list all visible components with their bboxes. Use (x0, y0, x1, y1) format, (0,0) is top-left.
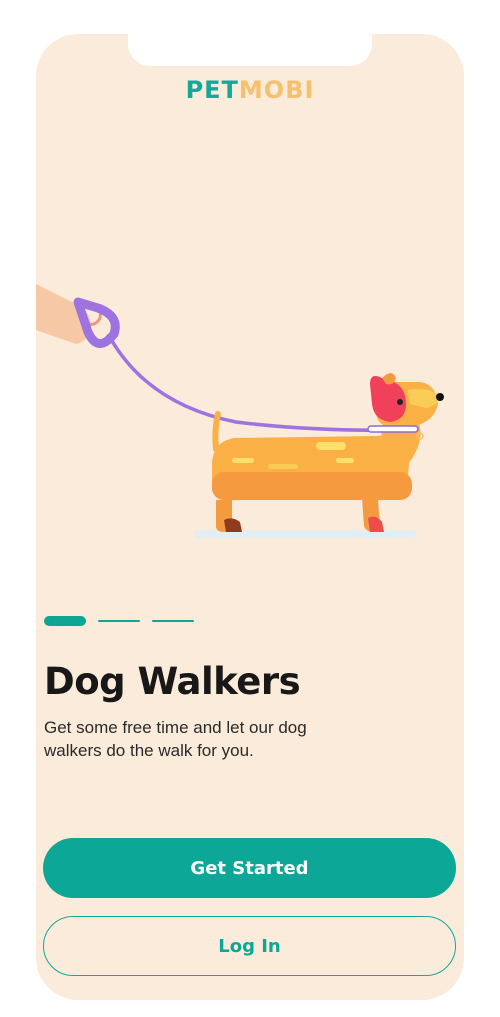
page-indicator-dot[interactable] (98, 620, 140, 622)
onboarding-subtitle: Get some free time and let our dog walke… (44, 718, 307, 760)
dog-eye (397, 399, 403, 405)
dog-back-paw (224, 518, 242, 532)
dog-spot (232, 458, 254, 463)
dog-spot (336, 458, 354, 463)
onboarding-title: Dog Walkers (44, 660, 301, 703)
dog-walking-illustration (36, 284, 444, 538)
logo-text-mobi: MOBI (238, 76, 315, 104)
device-notch (128, 34, 372, 66)
log-in-button[interactable]: Log In (43, 916, 456, 976)
dog-nose (436, 393, 444, 401)
dog-spot (316, 442, 346, 450)
phone-screen: PETMOBI Dog Walkers Get some free time a… (36, 34, 464, 1000)
dog-front-paw (368, 516, 384, 532)
dog-belly (212, 472, 412, 500)
page-indicator-dot-active[interactable] (44, 616, 86, 626)
app-logo: PETMOBI (36, 76, 464, 104)
page-indicator (44, 616, 194, 626)
dog-tail (212, 411, 221, 452)
dog-collar (367, 425, 419, 433)
dog-spot (268, 464, 298, 469)
page-indicator-dot[interactable] (152, 620, 194, 622)
leash-line (106, 333, 417, 433)
logo-text-pet: PET (185, 76, 239, 104)
get-started-button[interactable]: Get Started (43, 838, 456, 898)
